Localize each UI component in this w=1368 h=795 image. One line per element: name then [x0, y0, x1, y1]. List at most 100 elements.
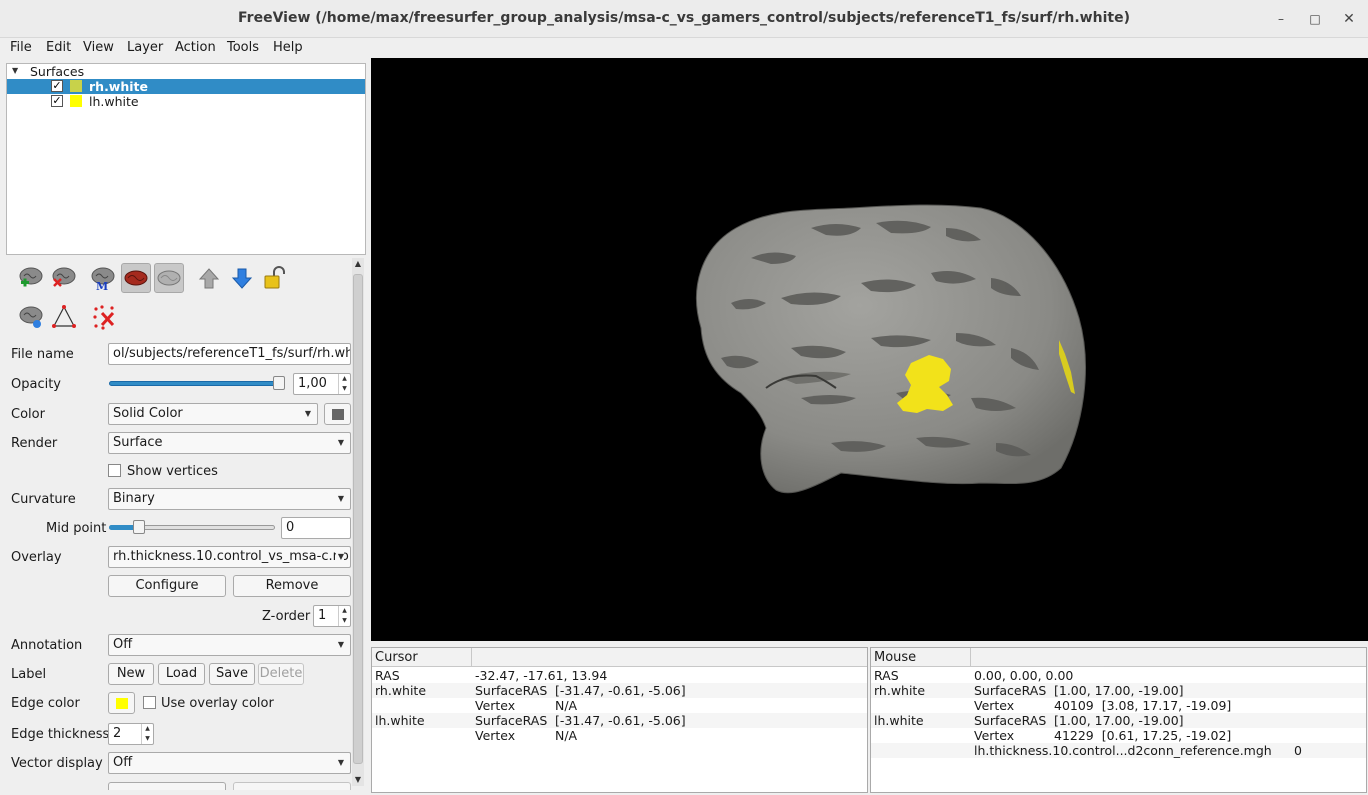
midpoint-field[interactable]: 0 — [281, 517, 351, 539]
color-combo-value: Solid Color — [113, 406, 183, 421]
path-triangle-icon[interactable] — [49, 302, 79, 332]
mouse-row-key: SurfaceRAS — [974, 683, 1047, 698]
3d-viewport[interactable] — [371, 58, 1368, 641]
mouse-row-value: 0.00, 0.00, 0.00 — [974, 668, 1074, 683]
cursor-panel-header: Cursor — [372, 648, 867, 667]
render-combo-value: Surface — [113, 435, 163, 450]
scroll-up-icon[interactable]: ▲ — [352, 258, 364, 270]
annotation-combo[interactable]: Off ▼ — [108, 634, 351, 656]
show-vertices-label: Show vertices — [127, 464, 218, 479]
opacity-spinbox[interactable]: 1,00 ▲ ▼ — [293, 373, 351, 395]
layer-color-swatch — [70, 95, 82, 107]
remove-button[interactable]: Remove — [233, 575, 351, 597]
mouse-info-panel: Mouse RAS 0.00, 0.00, 0.00 rh.white Surf… — [870, 647, 1367, 793]
layer-visibility-checkbox[interactable]: ✓ — [51, 80, 63, 92]
menu-file[interactable]: File — [10, 40, 32, 55]
spin-arrows-icon[interactable]: ▲ ▼ — [141, 724, 153, 744]
cursor-row-value[interactable]: N/A — [555, 728, 577, 743]
cursor-row-key: Vertex — [475, 698, 516, 713]
configure-button[interactable]: Configure — [108, 575, 226, 597]
move-up-icon[interactable] — [194, 263, 224, 293]
cursor-row-value[interactable]: [-31.47, -0.61, -5.06] — [555, 683, 686, 698]
opacity-slider[interactable] — [109, 381, 285, 386]
use-overlay-color-checkbox[interactable] — [143, 696, 156, 709]
opacity-slider-handle[interactable] — [273, 376, 285, 390]
properties-scrollbar[interactable]: ▲ ▼ — [352, 258, 364, 786]
cursor-info-panel: Cursor RAS -32.47, -17.61, 13.94 rh.whit… — [371, 647, 868, 793]
surface-inflated-icon[interactable] — [121, 263, 151, 293]
vector-display-label: Vector display — [11, 756, 103, 771]
color-label: Color — [11, 407, 45, 422]
vector-display-combo[interactable]: Off ▼ — [108, 752, 351, 774]
cursor-row-value[interactable]: [-31.47, -0.61, -5.06] — [555, 713, 686, 728]
svg-text:M: M — [96, 280, 108, 293]
mouse-row-label: RAS — [874, 668, 899, 683]
close-surface-icon[interactable] — [49, 263, 79, 293]
spin-arrows-icon[interactable]: ▲ ▼ — [338, 374, 350, 394]
label-save-button[interactable]: Save — [209, 663, 255, 685]
mouse-row-key: Vertex — [974, 698, 1015, 713]
midpoint-slider-handle[interactable] — [133, 520, 145, 534]
move-down-icon[interactable] — [227, 263, 257, 293]
edge-color-button[interactable] — [108, 692, 135, 714]
label-delete-button[interactable]: Delete — [258, 663, 304, 685]
layer-color-swatch — [70, 80, 82, 92]
menu-action[interactable]: Action — [175, 40, 216, 55]
unlock-icon[interactable] — [260, 263, 290, 293]
menu-tools[interactable]: Tools — [227, 40, 259, 55]
cursor-row-value[interactable]: N/A — [555, 698, 577, 713]
chevron-down-icon: ▼ — [337, 640, 344, 649]
cursor-row-label: lh.white — [375, 713, 425, 728]
edge-thickness-spinbox[interactable]: 2 ▲ ▼ — [108, 723, 154, 745]
zorder-value: 1 — [318, 608, 327, 623]
brain-surface-render — [695, 204, 1086, 494]
menu-help[interactable]: Help — [273, 40, 303, 55]
color-swatch — [332, 409, 344, 420]
load-surface-icon[interactable] — [16, 263, 46, 293]
overlay-combo-value: rh.thickness.10.control_vs_msa-c.no — [113, 549, 349, 564]
scroll-down-icon[interactable]: ▼ — [352, 774, 364, 786]
surface-add-icon[interactable] — [16, 302, 46, 332]
expand-arrow-icon[interactable]: ▼ — [12, 66, 18, 75]
tree-group-surfaces[interactable]: ▼ Surfaces — [7, 64, 365, 79]
label-new-button[interactable]: New — [108, 663, 154, 685]
edge-thickness-value: 2 — [113, 726, 122, 741]
layer-item-rh-white[interactable]: ✓ rh.white — [7, 79, 365, 94]
minimize-icon[interactable]: – — [1271, 9, 1291, 29]
surface-m-icon[interactable]: M — [88, 263, 118, 293]
render-combo[interactable]: Surface ▼ — [108, 432, 351, 454]
use-overlay-color-label: Use overlay color — [161, 696, 274, 711]
mouse-row-key: Vertex — [974, 728, 1015, 743]
close-icon[interactable]: ✕ — [1339, 9, 1359, 29]
cursor-row-label: RAS — [375, 668, 400, 683]
title-bar: FreeView (/home/max/freesurfer_group_ana… — [0, 0, 1368, 38]
show-vertices-checkbox[interactable] — [108, 464, 121, 477]
curvature-combo[interactable]: Binary ▼ — [108, 488, 351, 510]
cursor-row-value: -32.47, -17.61, 13.94 — [475, 668, 608, 683]
layer-visibility-checkbox[interactable]: ✓ — [51, 95, 63, 107]
layer-name: lh.white — [89, 94, 139, 109]
spin-arrows-icon[interactable]: ▲ ▼ — [338, 606, 350, 626]
overlay-combo[interactable]: rh.thickness.10.control_vs_msa-c.no ▼ — [108, 546, 351, 568]
color-combo[interactable]: Solid Color ▼ — [108, 403, 318, 425]
layer-tree[interactable]: ▼ Surfaces ✓ rh.white ✓ lh.white — [6, 63, 366, 255]
menu-edit[interactable]: Edit — [46, 40, 71, 55]
mouse-row-key: lh.thickness.10.control...d2conn_referen… — [974, 743, 1272, 758]
label-load-button[interactable]: Load — [158, 663, 205, 685]
partial-button[interactable] — [233, 782, 351, 790]
color-picker-button[interactable] — [324, 403, 351, 425]
partial-button[interactable] — [108, 782, 226, 790]
maximize-icon[interactable]: □ — [1305, 9, 1325, 29]
zorder-spinbox[interactable]: 1 ▲ ▼ — [313, 605, 351, 627]
mouse-row-label: rh.white — [874, 683, 926, 698]
layer-item-lh-white[interactable]: ✓ lh.white — [7, 94, 365, 109]
mouse-row-key: SurfaceRAS — [974, 713, 1047, 728]
surface-smooth-icon[interactable] — [154, 263, 184, 293]
cursor-header-label: Cursor — [372, 648, 472, 667]
delete-points-icon[interactable] — [90, 302, 120, 332]
scrollbar-thumb[interactable] — [353, 274, 363, 764]
file-name-field[interactable]: ol/subjects/referenceT1_fs/surf/rh.white — [108, 343, 351, 365]
menu-view[interactable]: View — [83, 40, 114, 55]
menu-layer[interactable]: Layer — [127, 40, 163, 55]
chevron-down-icon: ▼ — [337, 494, 344, 503]
